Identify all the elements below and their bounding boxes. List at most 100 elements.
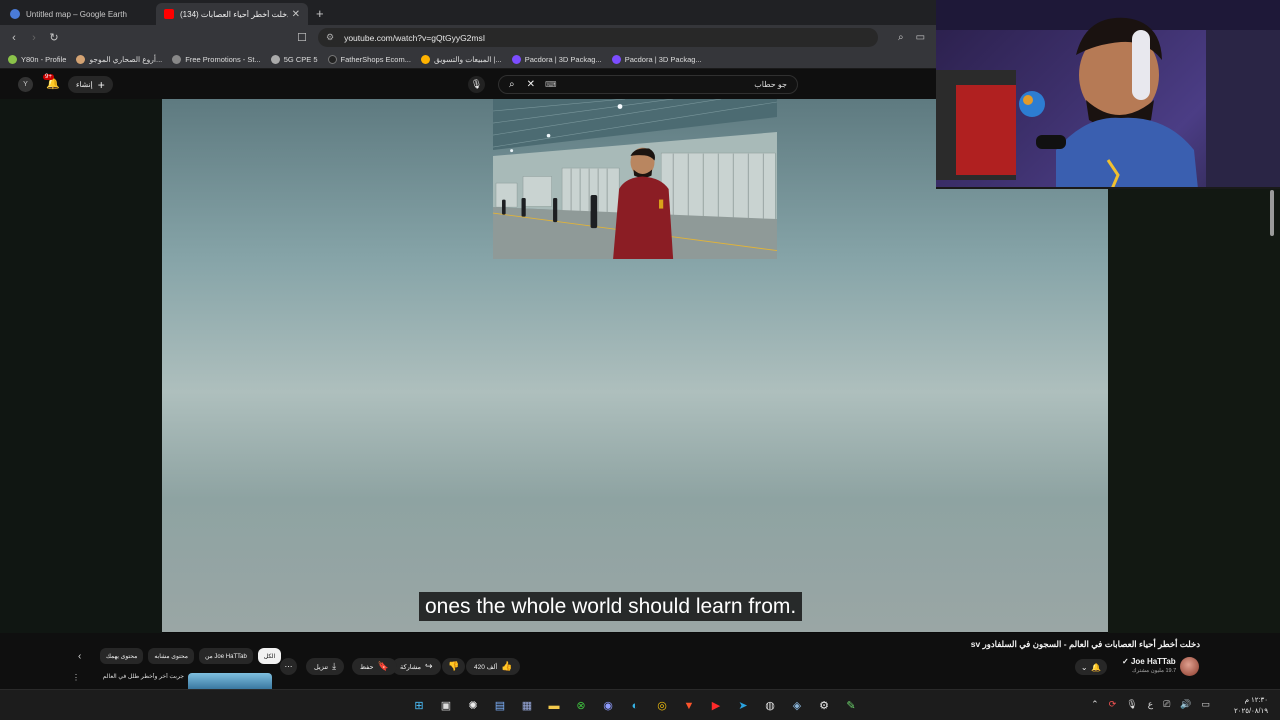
tab-title: Untitled map – Google Earth bbox=[26, 9, 127, 19]
share-button[interactable]: مشاركة ↪ bbox=[392, 658, 441, 675]
youtube-app-icon[interactable]: ▶ bbox=[707, 697, 725, 714]
create-label: إنشاء bbox=[76, 80, 93, 89]
forward-icon[interactable]: › bbox=[24, 32, 44, 44]
thumbs-up-icon: 👍 bbox=[501, 661, 513, 671]
discord-icon[interactable]: ◉ bbox=[599, 697, 617, 714]
obs-icon[interactable]: ◍ bbox=[761, 697, 779, 714]
battery-icon[interactable]: ▭ bbox=[1201, 699, 1210, 710]
pen-app-icon[interactable]: ✎ bbox=[842, 697, 860, 714]
widgets-icon[interactable]: ✺ bbox=[464, 697, 482, 714]
thumbs-down-icon: 👎 bbox=[448, 661, 460, 671]
site-info-icon[interactable]: ⚙ bbox=[326, 32, 334, 43]
share-arrow-icon: ↪ bbox=[424, 661, 433, 671]
share-label: مشاركة bbox=[400, 663, 421, 671]
subscription-bell-button[interactable]: ⌄ 🔔 bbox=[1075, 659, 1107, 675]
screen: Untitled map – Google Earth (134) دخلت أ… bbox=[0, 0, 1280, 720]
clear-search-icon[interactable]: ✕ bbox=[527, 79, 535, 90]
likes-count: 420 ألف bbox=[474, 663, 498, 671]
chip-similar[interactable]: محتوى مشابه bbox=[148, 648, 194, 664]
settings-gear-icon[interactable]: ⚙ bbox=[815, 697, 833, 714]
chips-scroll-left-icon[interactable]: ‹ bbox=[78, 651, 81, 662]
bookmark-item[interactable]: FatherShops Ecom... bbox=[327, 54, 411, 64]
address-bar[interactable]: ⚙ youtube.com/watch?v=gQtGyyG2msI bbox=[318, 28, 878, 47]
close-tab-icon[interactable]: ✕ bbox=[292, 9, 300, 20]
webcam-scene-graphic bbox=[936, 0, 1280, 187]
more-actions-button[interactable]: ⋯ bbox=[280, 658, 297, 675]
save-label: حفظ bbox=[360, 663, 374, 671]
download-icon: ⤓ bbox=[332, 661, 337, 671]
chevron-down-icon: ⌄ bbox=[1080, 662, 1088, 672]
keyboard-icon[interactable]: ⌨ bbox=[545, 80, 557, 89]
bookmark-favicon-icon bbox=[8, 54, 17, 64]
channel-avatar[interactable] bbox=[1180, 657, 1199, 676]
bookmark-item[interactable]: أروع الصحاري الموجو... bbox=[76, 54, 162, 64]
create-button[interactable]: إنشاء + bbox=[68, 76, 113, 93]
recommended-video-thumbnail[interactable] bbox=[188, 673, 272, 689]
bookmark-item[interactable]: Pacdora | 3D Packag... bbox=[611, 54, 702, 64]
bookmark-item[interactable]: Pacdora | 3D Packag... bbox=[511, 54, 602, 64]
recommended-video-title[interactable]: جربت أخر وأخطر طلل في العالم bbox=[88, 673, 184, 680]
related-filter-chips: محتوى يهمك محتوى مشابه من Joe HaTTab الك… bbox=[100, 648, 282, 664]
bookmark-favicon-icon bbox=[511, 54, 521, 64]
channel-name[interactable]: ✓ Joe HaTTab bbox=[1122, 657, 1176, 666]
tray-app-icon[interactable]: ⟳ bbox=[1109, 699, 1117, 710]
save-button[interactable]: حفظ 🔖 bbox=[352, 658, 397, 675]
like-button[interactable]: 420 ألف 👍 bbox=[466, 658, 521, 675]
folder-icon[interactable]: ▬ bbox=[545, 697, 563, 714]
tray-overflow-chevron-icon[interactable]: ⌃ bbox=[1091, 699, 1099, 710]
start-windows-icon[interactable]: ⊞ bbox=[410, 697, 428, 714]
page-scrollbar[interactable] bbox=[1270, 190, 1274, 236]
bookmark-item[interactable]: 5G CPE 5 bbox=[270, 54, 318, 64]
bell-icon: 🔔 bbox=[1091, 662, 1102, 672]
recommended-more-icon[interactable]: ⋮ bbox=[72, 673, 80, 682]
bookmark-favicon-icon bbox=[420, 54, 430, 64]
task-view-icon[interactable]: ▣ bbox=[437, 697, 455, 714]
system-tray: ⌃ ⟳ 🎙 ع ⎚ 🔊 ▭ bbox=[1091, 699, 1210, 710]
new-tab-button[interactable]: + bbox=[316, 6, 324, 21]
reload-icon[interactable]: ↻ bbox=[44, 31, 64, 44]
dislike-button[interactable]: 👎 bbox=[442, 658, 466, 675]
back-icon[interactable]: ‹ bbox=[4, 32, 24, 44]
edge-icon[interactable]: ◐ bbox=[626, 697, 644, 714]
plus-icon: + bbox=[97, 77, 105, 92]
chip-related-for-you[interactable]: محتوى يهمك bbox=[100, 648, 144, 664]
save-bookmark-icon: 🔖 bbox=[377, 661, 389, 671]
verified-icon: ✓ bbox=[1122, 657, 1131, 666]
file-explorer-tab-icon[interactable]: ▤ bbox=[491, 697, 509, 714]
microphone-icon[interactable]: 🎙 bbox=[1126, 699, 1137, 710]
telegram-icon[interactable]: ➤ bbox=[734, 697, 752, 714]
youtube-favicon-icon bbox=[164, 9, 174, 19]
steam-icon[interactable]: ◈ bbox=[788, 697, 806, 714]
bookmark-favicon-icon bbox=[76, 54, 86, 64]
store-icon[interactable]: ▦ bbox=[518, 697, 536, 714]
download-button[interactable]: تنزيل ⤓ bbox=[306, 658, 345, 675]
bookmark-favicon-icon bbox=[270, 54, 280, 64]
search-icon[interactable]: ⌕ bbox=[509, 79, 515, 90]
xbox-icon[interactable]: ⊗ bbox=[572, 697, 590, 714]
download-label: تنزيل bbox=[314, 663, 329, 671]
google-earth-favicon-icon bbox=[10, 9, 20, 19]
video-letterbox-right bbox=[1108, 187, 1280, 633]
tab-youtube[interactable]: (134) دخلت أخطر أحياء العصابات ... ✕ bbox=[156, 3, 308, 25]
search-input[interactable]: ⌕ ✕ ⌨ جو حطاب bbox=[498, 75, 798, 94]
video-title: دخلت أخطر أحياء العصابات في العالم - الس… bbox=[970, 639, 1200, 649]
tab-google-earth[interactable]: Untitled map – Google Earth bbox=[2, 3, 154, 25]
bookmark-item[interactable]: المبيعات والتسويق |... bbox=[420, 54, 502, 64]
chip-all[interactable]: الكل bbox=[257, 648, 282, 664]
voice-search-mic-icon[interactable]: 🎙 bbox=[468, 76, 485, 93]
cast-icon[interactable]: ▭ bbox=[916, 32, 925, 43]
chip-from-channel[interactable]: من Joe HaTTab bbox=[198, 648, 253, 664]
zoom-icon[interactable]: ⌕ bbox=[898, 32, 904, 43]
video-info-bar: دخلت أخطر أحياء العصابات في العالم - الس… bbox=[0, 633, 1280, 689]
taskbar-clock[interactable]: ١٢:٣٠ م ٢٠٢٥/٠٨/١٩ bbox=[1234, 695, 1268, 717]
brave-icon[interactable]: ▼ bbox=[680, 697, 698, 714]
volume-icon[interactable]: 🔊 bbox=[1180, 699, 1191, 710]
input-language[interactable]: ع bbox=[1148, 699, 1153, 710]
network-icon[interactable]: ⎚ bbox=[1163, 699, 1170, 710]
bookmark-star-icon[interactable]: ☐ bbox=[292, 31, 312, 44]
chrome-icon[interactable]: ◎ bbox=[653, 697, 671, 714]
account-avatar[interactable]: Y bbox=[18, 77, 33, 92]
clock-date: ٢٠٢٥/٠٨/١٩ bbox=[1234, 708, 1268, 715]
bookmark-item[interactable]: Y80n - Profile bbox=[8, 54, 66, 64]
bookmark-item[interactable]: Free Promotions - St... bbox=[172, 54, 261, 64]
